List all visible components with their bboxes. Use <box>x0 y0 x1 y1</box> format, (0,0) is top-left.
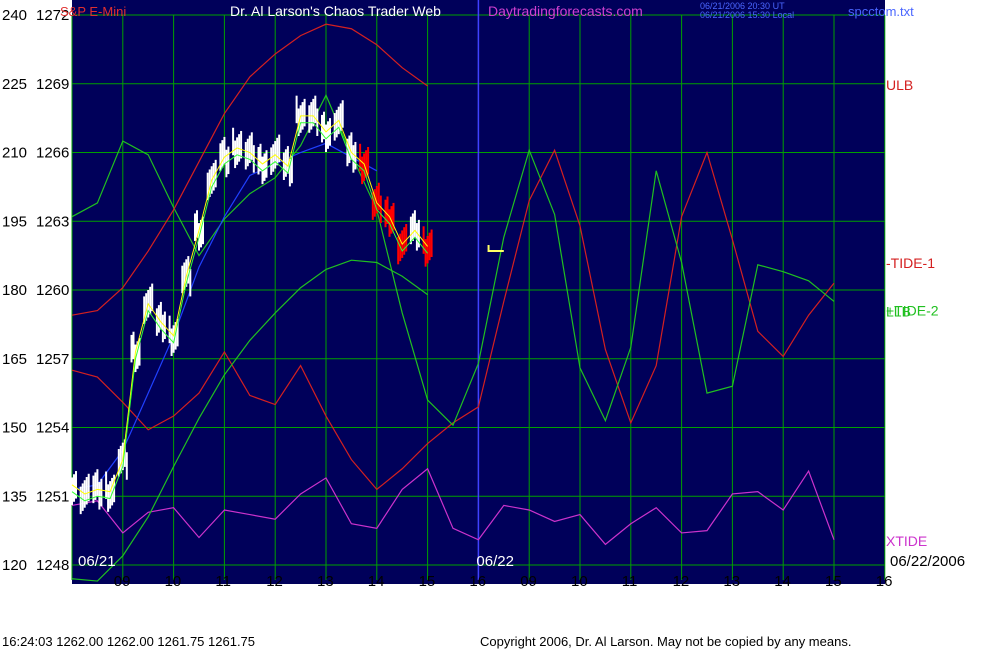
date-label: 06/21 <box>78 553 116 570</box>
x-tick: 09 <box>114 573 131 590</box>
x-tick: 16 <box>469 573 486 590</box>
x-tick: 09 <box>520 573 537 590</box>
x-tick: 11 <box>622 573 638 590</box>
xtide-label: XTIDE <box>886 533 927 549</box>
instrument-label: S&P E-Mini <box>60 4 126 19</box>
x-tick: 10 <box>571 573 588 590</box>
date-label: 06/22/2006 <box>890 553 965 570</box>
x-tick: 14 <box>368 573 385 590</box>
left-scale-tick: 225 <box>2 76 27 93</box>
chaos-chart: 240 1272225 1269210 1266195 1263180 1260165 12… <box>0 0 982 650</box>
x-tick: 14 <box>774 573 791 590</box>
x-tick: 12 <box>266 573 283 590</box>
price-tick: 1260 <box>36 282 69 299</box>
x-tick: 13 <box>723 573 740 590</box>
ulb-label: ULB <box>886 77 913 93</box>
left-scale-tick: 165 <box>2 351 27 368</box>
left-scale-tick: 135 <box>2 488 27 505</box>
x-tick: 10 <box>165 573 182 590</box>
price-tick: 1266 <box>36 145 69 162</box>
left-scale-tick: 150 <box>2 420 27 437</box>
tide2-label: +TIDE-2 <box>886 302 939 318</box>
chart-title: Dr. Al Larson's Chaos Trader Web <box>230 3 441 19</box>
price-tick: 1251 <box>36 488 69 505</box>
x-tick: 11 <box>215 573 231 590</box>
price-tick: 1269 <box>36 76 69 93</box>
site-name: Daytradingforecasts.com <box>488 3 643 19</box>
left-scale-tick: 210 <box>2 145 27 162</box>
filename: spcctom.txt <box>848 4 914 19</box>
left-scale-tick: 240 <box>2 7 27 24</box>
x-tick: 16 <box>876 573 893 590</box>
price-tick: 1257 <box>36 351 69 368</box>
local-time: 06/21/2006 15:30 Local <box>700 10 794 20</box>
copyright: Copyright 2006, Dr. Al Larson. May not b… <box>480 634 851 649</box>
x-tick: 13 <box>317 573 334 590</box>
left-scale-tick: 180 <box>2 282 27 299</box>
x-tick: 15 <box>825 573 842 590</box>
x-tick: 15 <box>419 573 436 590</box>
left-scale-tick: 195 <box>2 213 27 230</box>
left-scale-tick: 120 <box>2 557 27 574</box>
date-label: 06/22 <box>476 553 514 570</box>
price-tick: 1263 <box>36 213 69 230</box>
tide1-label: -TIDE-1 <box>886 255 935 271</box>
x-tick: 12 <box>673 573 690 590</box>
price-tick: 1254 <box>36 420 69 437</box>
price-status: 16:24:03 1262.00 1262.00 1261.75 1261.75 <box>2 634 255 649</box>
price-tick: 1248 <box>36 557 69 574</box>
